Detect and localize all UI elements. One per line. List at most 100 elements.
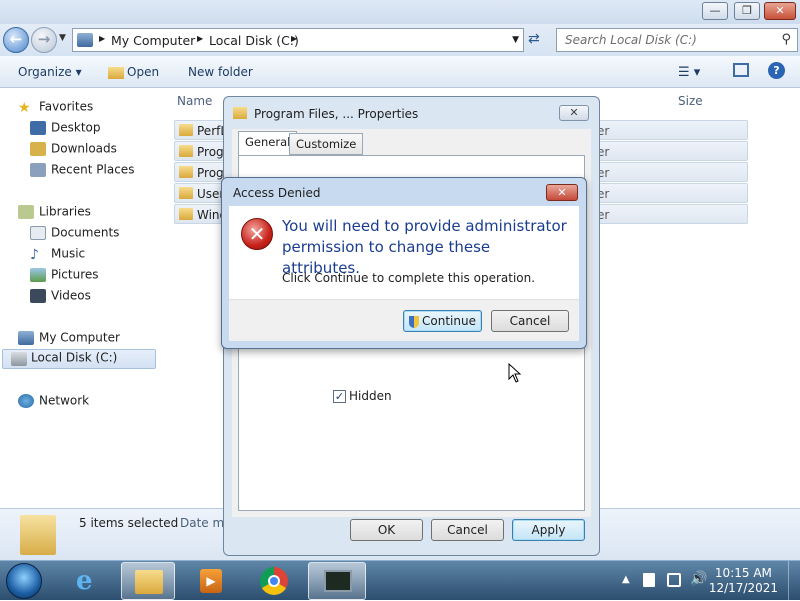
address-dropdown-icon[interactable]: ▼ <box>512 35 519 45</box>
access-denied-footer: Continue Cancel <box>229 299 579 341</box>
downloads-icon <box>30 141 46 156</box>
network-tray-icon[interactable] <box>667 573 681 587</box>
nav-downloads[interactable]: Downloads <box>30 141 117 161</box>
column-header-name[interactable]: Name <box>177 94 212 108</box>
taskbar-terminal-button[interactable] <box>308 562 366 600</box>
network-icon <box>18 393 34 408</box>
uac-shield-icon <box>409 315 420 328</box>
nav-recent-places[interactable]: Recent Places <box>30 162 134 182</box>
chevron-right-icon: ▶ <box>291 34 298 43</box>
chrome-icon-center <box>268 575 280 587</box>
music-icon: ♪ <box>30 246 39 263</box>
preview-pane-icon[interactable] <box>733 63 749 77</box>
view-options-icon[interactable]: ☰ ▾ <box>678 65 700 80</box>
breadcrumb-local-disk[interactable]: Local Disk (C:) <box>209 33 299 48</box>
nav-pictures[interactable]: Pictures <box>30 267 99 287</box>
search-placeholder: Search Local Disk (C:) <box>565 33 697 47</box>
documents-icon <box>30 225 46 240</box>
folder-icon <box>135 570 163 594</box>
selection-folder-icon <box>20 515 56 555</box>
nav-local-disk[interactable]: Local Disk (C:) <box>2 349 156 369</box>
maximize-button[interactable]: ❐ <box>734 2 760 20</box>
taskbar-explorer-button[interactable] <box>121 562 175 600</box>
taskbar-chrome-button[interactable] <box>247 562 301 600</box>
show-hidden-icons-icon[interactable]: ▲ <box>622 574 630 585</box>
start-button[interactable] <box>6 563 42 599</box>
properties-title: Program Files, ... Properties <box>254 107 419 121</box>
address-row: ← → ▼ ▶ My Computer ▶ Local Disk (C:) ▶ … <box>0 24 800 56</box>
pictures-icon <box>30 267 46 282</box>
volume-icon[interactable]: 🔊 <box>690 571 707 587</box>
desktop-icon <box>30 120 46 135</box>
command-bar: Organize ▾ Open New folder ☰ ▾ ? <box>0 56 800 88</box>
folder-icon <box>179 145 193 157</box>
libraries-icon <box>18 204 34 219</box>
access-denied-title: Access Denied <box>233 186 321 200</box>
recent-places-icon <box>30 162 46 177</box>
denied-cancel-button[interactable]: Cancel <box>491 310 569 332</box>
drive-icon <box>11 352 27 366</box>
search-input[interactable]: Search Local Disk (C:) ⚲ <box>556 28 798 52</box>
ok-button[interactable]: OK <box>350 519 423 541</box>
clock[interactable]: 10:15 AM 12/17/2021 <box>709 566 778 596</box>
show-desktop-button[interactable] <box>788 561 800 601</box>
folder-open-icon <box>108 66 124 79</box>
folder-icon <box>179 166 193 178</box>
clock-time: 10:15 AM <box>714 566 772 580</box>
media-player-icon: ▶ <box>200 569 222 593</box>
recent-pages-dropdown-icon[interactable]: ▼ <box>59 33 66 43</box>
navigation-pane: ★ Favorites Desktop Downloads Recent Plac… <box>0 88 160 508</box>
computer-icon <box>77 33 93 47</box>
apply-button[interactable]: Apply <box>512 519 585 541</box>
mouse-cursor-icon <box>508 363 522 383</box>
help-icon[interactable]: ? <box>768 62 785 79</box>
error-icon: ✕ <box>241 218 273 250</box>
cancel-button[interactable]: Cancel <box>431 519 504 541</box>
nav-desktop[interactable]: Desktop <box>30 120 101 140</box>
nav-network[interactable]: Network <box>18 393 89 413</box>
selection-count: 5 items selected <box>79 516 179 530</box>
search-icon[interactable]: ⚲ <box>781 32 791 47</box>
new-folder-button[interactable]: New folder <box>188 65 253 79</box>
nav-documents[interactable]: Documents <box>30 225 119 245</box>
taskbar: e ▶ ▲ 🔊 10:15 AM 12/17/2021 <box>0 560 800 601</box>
main-instruction: You will need to provide administrator p… <box>282 217 567 277</box>
organize-button[interactable]: Organize ▾ <box>18 65 82 79</box>
access-denied-body: ✕ You will need to provide administrator… <box>229 206 579 299</box>
folder-icon <box>179 208 193 220</box>
internet-explorer-icon: e <box>76 566 93 596</box>
properties-close-button[interactable]: ✕ <box>559 105 589 121</box>
open-button[interactable]: Open <box>108 65 159 79</box>
nav-libraries[interactable]: Libraries <box>18 204 91 224</box>
forward-button[interactable]: → <box>31 27 57 53</box>
videos-icon <box>30 288 46 303</box>
refresh-icon[interactable]: ⇄ <box>528 31 540 47</box>
nav-favorites[interactable]: ★ Favorites <box>18 99 93 119</box>
tab-customize[interactable]: Customize <box>289 133 364 155</box>
minimize-button[interactable]: — <box>702 2 728 20</box>
address-bar[interactable]: ▶ My Computer ▶ Local Disk (C:) ▶ ▼ <box>72 28 524 52</box>
star-icon: ★ <box>18 99 31 116</box>
access-denied-close-button[interactable]: ✕ <box>546 184 578 201</box>
nav-music[interactable]: ♪ Music <box>30 246 85 266</box>
access-denied-dialog: Access Denied ✕ ✕ You will need to provi… <box>221 177 587 349</box>
continue-button[interactable]: Continue <box>403 310 482 332</box>
chevron-right-icon: ▶ <box>197 34 204 43</box>
explorer-titlebar: — ❐ ✕ <box>0 0 800 24</box>
terminal-icon <box>324 570 352 592</box>
taskbar-ie-button[interactable]: e <box>64 562 118 600</box>
checkmark-icon: ✓ <box>333 390 346 403</box>
hidden-checkbox[interactable]: ✓ Hidden <box>333 389 392 403</box>
nav-my-computer[interactable]: My Computer <box>18 330 120 350</box>
computer-icon <box>18 330 34 345</box>
folder-properties-icon <box>233 107 247 119</box>
chevron-right-icon: ▶ <box>99 34 106 43</box>
breadcrumb-my-computer[interactable]: My Computer <box>111 33 195 48</box>
back-button[interactable]: ← <box>3 27 29 53</box>
column-header-size[interactable]: Size <box>678 94 703 108</box>
folder-icon <box>179 124 193 136</box>
action-center-flag-icon[interactable] <box>643 573 655 587</box>
close-button[interactable]: ✕ <box>764 2 796 20</box>
taskbar-media-button[interactable]: ▶ <box>184 562 238 600</box>
nav-videos[interactable]: Videos <box>30 288 91 308</box>
